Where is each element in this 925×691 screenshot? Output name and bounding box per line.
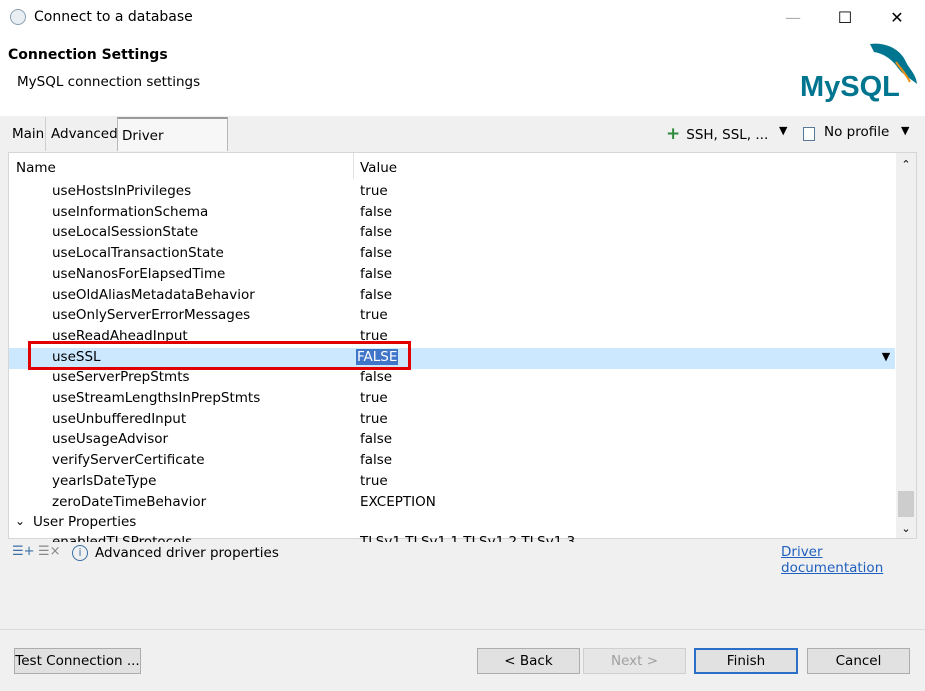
property-value: TLSv1,TLSv1.1,TLSv1.2,TLSv1.3: [360, 534, 576, 542]
chevron-down-icon: ⌄: [15, 514, 26, 528]
mysql-logo-text: MySQL: [800, 71, 900, 103]
remove-property-icon[interactable]: ☰×: [38, 544, 61, 559]
vertical-scrollbar[interactable]: [896, 153, 916, 538]
property-value: true: [360, 390, 388, 406]
advanced-driver-properties-label: Advanced driver properties: [95, 545, 279, 561]
table-row[interactable]: enabledTLSProtocols TLSv1,TLSv1.1,TLSv1.…: [9, 534, 895, 542]
table-row[interactable]: yearIsDateType true: [9, 472, 895, 493]
table-row[interactable]: useLocalTransactionState false: [9, 244, 895, 265]
profile-button[interactable]: No profile: [824, 124, 889, 140]
test-connection-button[interactable]: Test Connection ...: [14, 648, 141, 674]
footer-divider: [0, 629, 925, 630]
property-value: true: [360, 307, 388, 323]
plus-icon: +: [666, 124, 681, 144]
property-name: useLocalTransactionState: [52, 245, 224, 261]
property-name: useServerPrepStmts: [52, 369, 190, 385]
property-value: false: [360, 245, 393, 261]
minimize-button[interactable]: —: [770, 0, 816, 34]
close-button[interactable]: ✕: [874, 0, 920, 34]
table-row[interactable]: useUnbufferedInput true: [9, 410, 895, 431]
property-name: useStreamLengthsInPrepStmts: [52, 390, 261, 406]
tab-driver-properties[interactable]: Driver properties: [117, 117, 228, 178]
chevron-down-icon[interactable]: ▼: [779, 124, 787, 137]
scroll-up-icon[interactable]: ⌃: [896, 155, 916, 175]
property-value: true: [360, 411, 388, 427]
app-icon: [10, 9, 26, 25]
property-name: zeroDateTimeBehavior: [52, 494, 207, 510]
property-value: false: [360, 431, 393, 447]
table-row[interactable]: useOldAliasMetadataBehavior false: [9, 286, 895, 307]
finish-button[interactable]: Finish: [694, 648, 798, 674]
property-name: useOnlyServerErrorMessages: [52, 307, 251, 323]
table-row[interactable]: useStreamLengthsInPrepStmts true: [9, 389, 895, 410]
cancel-button[interactable]: Cancel: [807, 648, 910, 674]
table-row[interactable]: verifyServerCertificate false: [9, 451, 895, 472]
scrollbar-thumb[interactable]: [898, 491, 914, 517]
table-row[interactable]: useNanosForElapsedTime false: [9, 265, 895, 286]
property-name: yearIsDateType: [52, 473, 157, 489]
back-button[interactable]: < Back: [477, 648, 580, 674]
property-value: false: [360, 452, 393, 468]
ssh-ssl-button[interactable]: + SSH, SSL, ...: [666, 124, 768, 144]
group-label: User Properties: [33, 514, 137, 530]
column-header-name[interactable]: Name: [16, 160, 56, 176]
maximize-button[interactable]: ☐: [822, 0, 868, 34]
table-row[interactable]: useOnlyServerErrorMessages true: [9, 306, 895, 327]
column-divider: [353, 153, 354, 179]
ssh-ssl-label: SSH, SSL, ...: [686, 127, 769, 143]
profile-document-icon: [803, 127, 815, 141]
property-value: false: [360, 369, 393, 385]
property-name: useNanosForElapsedTime: [52, 266, 226, 282]
property-name: useUnbufferedInput: [52, 411, 187, 427]
property-value: false: [360, 224, 393, 240]
table-row[interactable]: useHostsInPrivileges true: [9, 182, 895, 203]
page-title: Connection Settings: [8, 47, 168, 63]
property-value: EXCEPTION: [360, 494, 436, 510]
column-header-value[interactable]: Value: [360, 160, 397, 176]
property-value: false: [360, 287, 393, 303]
next-button[interactable]: Next >: [583, 648, 686, 674]
info-icon: i: [72, 545, 88, 561]
table-row[interactable]: useLocalSessionState false: [9, 223, 895, 244]
property-name: useHostsInPrivileges: [52, 183, 192, 199]
tab-advanced[interactable]: Advanced: [47, 117, 118, 151]
window-title: Connect to a database: [34, 9, 193, 25]
chevron-down-icon[interactable]: ▼: [901, 124, 909, 137]
property-name: enabledTLSProtocols: [52, 534, 193, 542]
property-value: false: [360, 266, 393, 282]
mysql-logo: MySQL: [800, 43, 917, 103]
driver-documentation-link[interactable]: Driver documentation: [781, 544, 925, 576]
property-name: useLocalSessionState: [52, 224, 199, 240]
property-name: useInformationSchema: [52, 204, 209, 220]
scroll-down-icon[interactable]: ⌄: [896, 519, 916, 539]
property-value: true: [360, 183, 388, 199]
user-properties-group[interactable]: ⌄ User Properties: [9, 513, 409, 534]
property-name: verifyServerCertificate: [52, 452, 205, 468]
property-name: useUsageAdvisor: [52, 431, 169, 447]
value-dropdown-button[interactable]: ▼: [878, 348, 894, 366]
page-subtitle: MySQL connection settings: [17, 74, 201, 90]
property-value: false: [360, 204, 393, 220]
add-property-icon[interactable]: ☰+: [12, 544, 35, 559]
tab-main[interactable]: Main: [8, 117, 46, 151]
table-row[interactable]: zeroDateTimeBehavior EXCEPTION: [9, 493, 895, 514]
table-row[interactable]: useUsageAdvisor false: [9, 430, 895, 451]
highlight-box: [28, 341, 411, 370]
table-row[interactable]: useInformationSchema false: [9, 203, 895, 224]
property-value: true: [360, 473, 388, 489]
property-name: useOldAliasMetadataBehavior: [52, 287, 255, 303]
table-row[interactable]: useServerPrepStmts false: [9, 368, 895, 389]
